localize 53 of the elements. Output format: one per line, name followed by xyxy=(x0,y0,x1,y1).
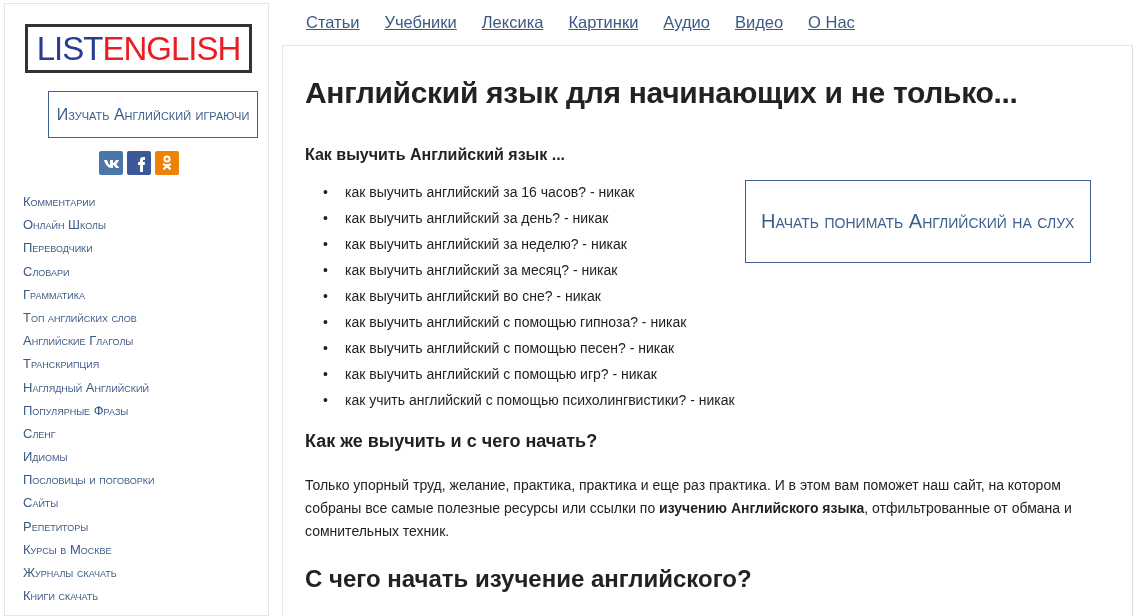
promo-button[interactable]: Изучать Английский играючи xyxy=(48,91,258,138)
sidebar-link[interactable]: Курсы в Москве xyxy=(23,541,112,557)
section-heading: С чего начать изучение английского? xyxy=(305,565,753,593)
nav-link[interactable]: Видео xyxy=(734,13,784,45)
list-item: как выучить английский за 16 часов? - никак xyxy=(345,184,635,200)
list-item: как выучить английский во сне? - никак xyxy=(345,288,601,304)
nav-link[interactable]: Аудио xyxy=(663,13,710,45)
bullet: • xyxy=(323,392,329,408)
bullet: • xyxy=(323,236,329,252)
list-item: как выучить английский за неделю? - никак xyxy=(345,236,627,252)
bullet: • xyxy=(323,288,329,304)
sidebar-link[interactable]: Комментарии xyxy=(23,194,96,209)
list-item: как учить английский с помощью психолингвистики? - никак xyxy=(345,392,735,408)
sidebar-link[interactable]: Переводчики xyxy=(23,240,93,256)
list-item: как выучить английский за месяц? - никак xyxy=(345,262,618,278)
vk-icon[interactable] xyxy=(99,151,123,175)
list-item: как выучить английский с помощью игр? - никак xyxy=(345,366,657,382)
sidebar-link[interactable]: Журналы скачать xyxy=(23,565,117,580)
sidebar-link[interactable]: Наглядный Английский xyxy=(23,379,149,395)
intro-paragraph: Только упорный труд, желание, практика, практика и еще раз практика. И в этом вам поможет наш сайт, на котором собраны все самые полезные ресурсы или ссылки по изучению Английского языка, отфильтрованные от обмана и сомнительных техник. xyxy=(305,476,1073,541)
bullet: • xyxy=(323,262,329,278)
list-item: как выучить английский с помощью гипноза? - никак xyxy=(345,314,687,330)
section-subtitle: Как выучить Английский язык ... xyxy=(305,146,567,164)
bullet: • xyxy=(323,314,329,330)
sidebar-link[interactable]: Онлайн Школы xyxy=(23,217,106,233)
bullet: • xyxy=(323,184,329,200)
nav-link[interactable]: Лексика xyxy=(481,13,544,45)
facebook-icon[interactable] xyxy=(127,151,151,175)
sidebar-link[interactable]: Репетиторы xyxy=(23,518,89,534)
sidebar-link[interactable]: Грамматика xyxy=(23,286,85,302)
sidebar-link[interactable]: Пословицы и поговорки xyxy=(23,472,155,488)
sidebar-link[interactable]: Сайты xyxy=(23,495,59,511)
nav-link[interactable]: Картинки xyxy=(568,13,639,45)
sidebar-link[interactable]: Топ английских слов xyxy=(23,309,137,325)
sidebar-link[interactable]: Сленг xyxy=(23,425,56,441)
bullet: • xyxy=(323,340,329,356)
sidebar-link[interactable]: Английские Глаголы xyxy=(23,333,134,349)
sidebar-link[interactable]: Популярные Фразы xyxy=(23,402,129,418)
sidebar-link[interactable]: Идиомы xyxy=(23,449,68,465)
list-item: как выучить английский за день? - никак xyxy=(345,210,609,226)
logo[interactable]: LISTENGLISH xyxy=(25,24,252,73)
page-title: Английский язык для начинающих и не только... xyxy=(305,76,1019,110)
sidebar-link[interactable]: Книги скачать xyxy=(23,588,99,604)
listening-button[interactable]: Начать понимать Английский на слух xyxy=(744,180,1091,263)
list-item: как выучить английский с помощью песен? - никак xyxy=(345,340,675,356)
nav-link[interactable]: О Нас xyxy=(808,13,855,45)
nav-link[interactable]: Статьи xyxy=(306,13,360,45)
bullet: • xyxy=(323,366,329,382)
section-heading: Как же выучить и с чего начать? xyxy=(305,431,599,452)
sidebar-link[interactable]: Словари xyxy=(23,263,70,279)
sidebar-link[interactable]: Транскрипция xyxy=(23,356,100,372)
bullet: • xyxy=(323,210,329,226)
nav-link[interactable]: Учебники xyxy=(384,13,457,45)
